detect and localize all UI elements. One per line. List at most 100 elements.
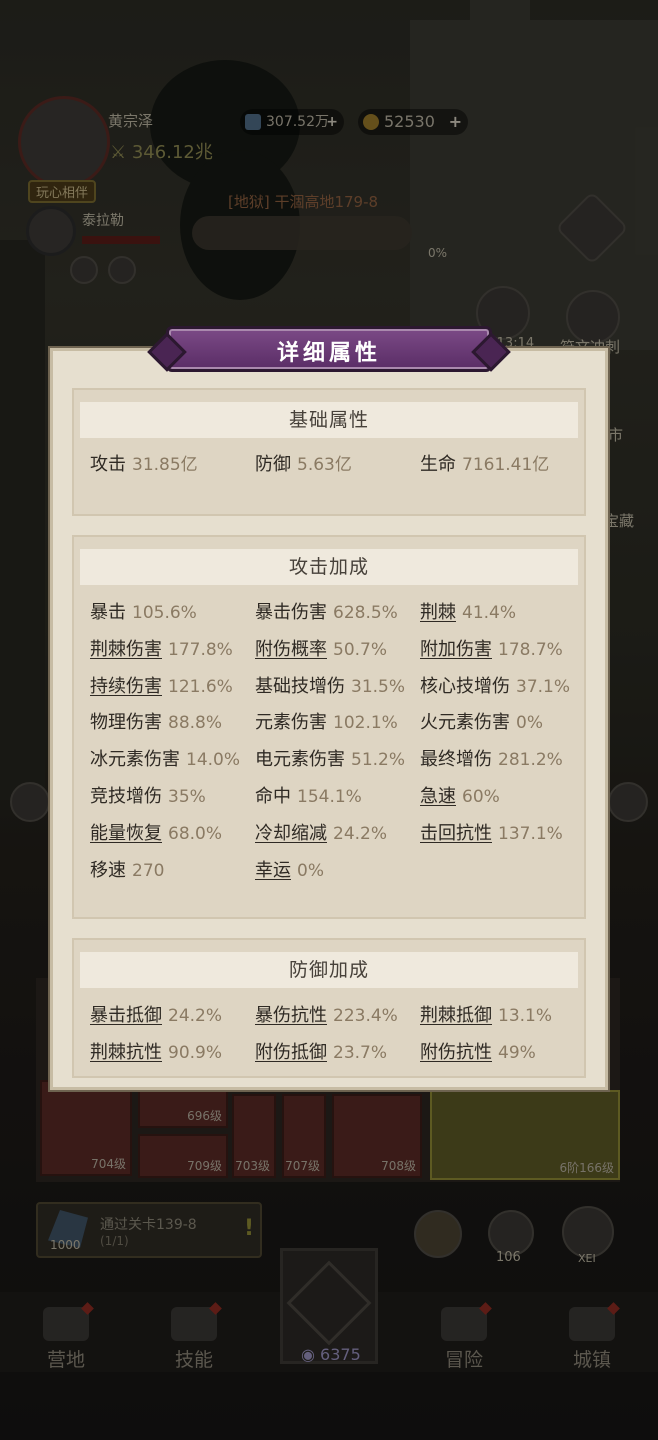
stat-item[interactable]: 附伤抗性 49% (420, 1038, 536, 1064)
stat-value: 31.85亿 (132, 455, 198, 475)
stat-item[interactable]: 附加伤害 178.7% (420, 635, 563, 661)
section-attack-bonus: 攻击加成 暴击 105.6% 暴击伤害 628.5% 荆棘 41.4% 荆棘伤害 177.8%… (72, 535, 586, 919)
stat-label[interactable]: 附伤概率 (255, 639, 327, 660)
stat-item[interactable]: 附伤抵御 23.7% (255, 1038, 387, 1064)
stat-item[interactable]: 急速 60% (420, 782, 500, 808)
stat-item[interactable]: 冷却缩减 24.2% (255, 819, 387, 845)
stat-item[interactable]: 幸运 0% (255, 856, 324, 882)
stat-label[interactable]: 荆棘 (420, 602, 456, 623)
stat-label: 生命 (420, 454, 456, 475)
stat-label[interactable]: 幸运 (255, 860, 291, 881)
stat-value: 0% (297, 860, 324, 881)
stat-item: 最终增伤 281.2% (420, 745, 563, 771)
stat-item[interactable]: 附伤概率 50.7% (255, 635, 387, 661)
stat-value: 5.63亿 (297, 455, 352, 475)
stat-label: 物理伤害 (90, 712, 162, 734)
stat-value: 177.8% (168, 639, 233, 660)
section-title: 防御加成 (80, 952, 578, 988)
stat-value: 13.1% (498, 1006, 553, 1026)
stat-label: 火元素伤害 (420, 712, 510, 734)
stat-item: 基础技增伤 31.5% (255, 672, 405, 698)
stat-value: 23.7% (333, 1042, 388, 1063)
stat-label[interactable]: 附伤抗性 (420, 1042, 492, 1063)
stat-value: 121.6% (168, 676, 233, 697)
stat-label[interactable]: 荆棘抗性 (90, 1042, 162, 1063)
stat-item: 移速 270 (90, 856, 164, 882)
stat-label: 命中 (255, 786, 291, 807)
stat-value: 178.7% (498, 639, 563, 660)
stat-value: 37.1% (516, 676, 571, 697)
stat-item[interactable]: 能量恢复 68.0% (90, 819, 222, 845)
stat-item: 暴击伤害 628.5% (255, 598, 398, 624)
stat-label: 移速 (90, 859, 126, 881)
stat-value: 105.6% (132, 603, 197, 623)
section-defense-bonus: 防御加成 暴击抵御 24.2% 暴伤抗性 223.4% 荆棘抵御 13.1% 荆棘抗性 90.… (72, 938, 586, 1078)
stat-value: 102.1% (333, 713, 398, 734)
stat-value: 24.2% (168, 1006, 223, 1026)
stat-item: 命中 154.1% (255, 782, 362, 808)
stat-item: 攻击 31.85亿 (90, 450, 198, 476)
stat-label: 冰元素伤害 (90, 749, 180, 771)
stat-label: 攻击 (90, 454, 126, 475)
stat-value: 7161.41亿 (462, 455, 550, 475)
stat-item: 元素伤害 102.1% (255, 708, 398, 734)
stat-label[interactable]: 暴击抵御 (90, 1005, 162, 1026)
stat-value: 154.1% (297, 787, 362, 807)
stat-label[interactable]: 持续伤害 (90, 676, 162, 697)
stat-label[interactable]: 急速 (420, 786, 456, 807)
stat-label: 基础技增伤 (255, 675, 345, 697)
section-title: 攻击加成 (80, 549, 578, 585)
stat-value: 24.2% (333, 823, 388, 844)
stat-label[interactable]: 荆棘抵御 (420, 1005, 492, 1026)
stat-item: 防御 5.63亿 (255, 450, 352, 476)
stat-value: 35% (168, 787, 206, 807)
stat-label: 最终增伤 (420, 749, 492, 771)
stat-value: 628.5% (333, 603, 398, 623)
stat-item: 暴击 105.6% (90, 598, 197, 624)
stat-value: 41.4% (462, 603, 517, 623)
stat-value: 281.2% (498, 750, 563, 771)
stat-value: 137.1% (498, 823, 563, 844)
stat-item: 电元素伤害 51.2% (255, 745, 405, 771)
stat-item[interactable]: 荆棘 41.4% (420, 598, 516, 624)
stat-item: 物理伤害 88.8% (90, 708, 222, 734)
stat-item[interactable]: 荆棘伤害 177.8% (90, 635, 233, 661)
stat-item[interactable]: 暴伤抗性 223.4% (255, 1001, 398, 1027)
stat-label: 竞技增伤 (90, 786, 162, 807)
stat-label: 防御 (255, 454, 291, 475)
stat-label[interactable]: 击回抗性 (420, 823, 492, 844)
dialog-title-banner: 详细属性 (166, 326, 492, 372)
stat-item[interactable]: 荆棘抵御 13.1% (420, 1001, 552, 1027)
stat-label[interactable]: 冷却缩减 (255, 823, 327, 844)
section-title: 基础属性 (80, 402, 578, 438)
stat-value: 31.5% (351, 676, 406, 697)
stat-label: 暴击 (90, 602, 126, 623)
stat-label[interactable]: 暴伤抗性 (255, 1005, 327, 1026)
stat-label[interactable]: 荆棘伤害 (90, 639, 162, 660)
stat-item[interactable]: 击回抗性 137.1% (420, 819, 563, 845)
stat-label[interactable]: 附加伤害 (420, 639, 492, 660)
dialog-title: 详细属性 (276, 341, 381, 366)
stat-item: 竞技增伤 35% (90, 782, 206, 808)
section-basic-attributes: 基础属性 攻击 31.85亿 防御 5.63亿 生命 7161.41亿 (72, 388, 586, 516)
stat-value: 270 (132, 860, 165, 881)
stat-label: 核心技增伤 (420, 675, 510, 697)
stat-item[interactable]: 暴击抵御 24.2% (90, 1001, 222, 1027)
stat-value: 0% (516, 713, 543, 734)
stat-value: 90.9% (168, 1042, 223, 1063)
stat-item: 冰元素伤害 14.0% (90, 745, 240, 771)
stat-label[interactable]: 附伤抵御 (255, 1042, 327, 1063)
stat-value: 223.4% (333, 1006, 398, 1026)
stat-item[interactable]: 持续伤害 121.6% (90, 672, 233, 698)
stat-value: 50.7% (333, 639, 388, 660)
stat-item: 生命 7161.41亿 (420, 450, 549, 476)
stat-value: 49% (498, 1042, 536, 1063)
stat-item: 火元素伤害 0% (420, 708, 543, 734)
stat-label[interactable]: 能量恢复 (90, 823, 162, 844)
stat-item: 核心技增伤 37.1% (420, 672, 570, 698)
stat-item[interactable]: 荆棘抗性 90.9% (90, 1038, 222, 1064)
stat-label: 元素伤害 (255, 712, 327, 734)
stat-value: 68.0% (168, 823, 223, 844)
stat-label: 暴击伤害 (255, 602, 327, 623)
stat-value: 51.2% (351, 750, 406, 771)
